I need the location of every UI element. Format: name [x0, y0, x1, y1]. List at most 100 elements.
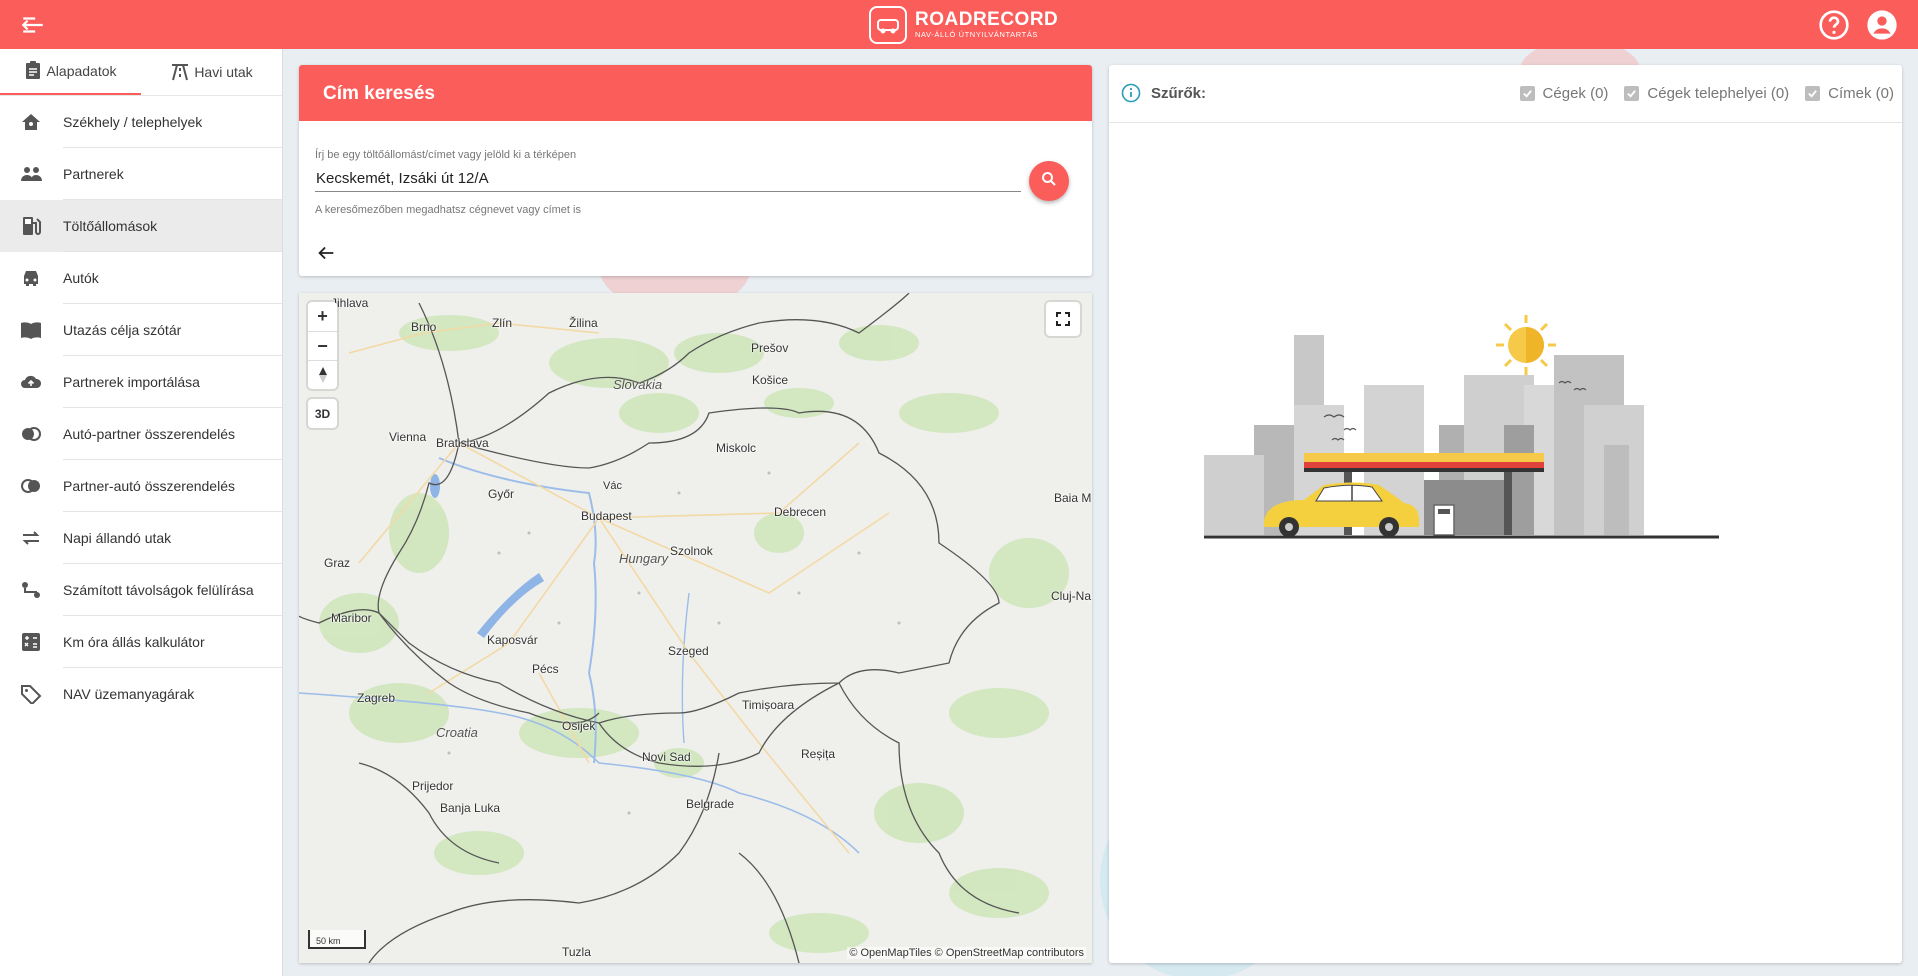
upload-icon [20, 372, 42, 392]
map-city-label: Bratislava [436, 436, 489, 450]
sidebar-item-nav-uzemanyagarak[interactable]: NAV üzemanyagárak [0, 668, 282, 720]
sidebar-item-partnerek-importalasa[interactable]: Partnerek importálása [0, 356, 282, 408]
address-search-input[interactable] [315, 166, 1021, 192]
map-city-label: Tuzla [562, 945, 591, 959]
compass-icon [318, 367, 327, 383]
fullscreen-icon [1056, 312, 1070, 326]
sidebar-item-auto-partner[interactable]: Autó-partner összerendelés [0, 408, 282, 460]
brand-name: ROADRECORD [915, 8, 1059, 30]
sidebar-item-label: Napi állandó utak [63, 530, 172, 546]
map-city-label: Osijek [562, 719, 596, 733]
map-city-label: Cluj-Na [1051, 589, 1092, 603]
repeat-icon [20, 528, 42, 548]
map-city-label: Budapest [581, 509, 632, 523]
filter-checkbox-cimek[interactable]: Címek (0) [1805, 85, 1894, 102]
filter-checkbox-cegek[interactable]: Cégek (0) [1519, 85, 1609, 102]
sidebar-item-autok[interactable]: Autók [0, 252, 282, 304]
tab-alapadatok[interactable]: Alapadatok [0, 49, 141, 95]
home-icon [20, 112, 42, 132]
road-icon [170, 61, 190, 84]
map-city-label: Prešov [751, 341, 789, 355]
map-city-label: Banja Luka [440, 801, 501, 815]
map-country-label: Slovakia [613, 377, 663, 392]
sidebar-item-km-kalkulator[interactable]: Km óra állás kalkulátor [0, 616, 282, 668]
3d-button[interactable]: 3D [308, 399, 337, 428]
people-icon [20, 164, 42, 184]
sidebar-item-partnerek[interactable]: Partnerek [0, 148, 282, 200]
fuel-icon [20, 216, 42, 236]
map-city-label: Belgrade [686, 797, 735, 811]
map-city-label: Novi Sad [642, 750, 691, 764]
map-attribution[interactable]: © OpenMapTiles © OpenStreetMap contribut… [847, 947, 1086, 959]
link-icon [20, 476, 42, 496]
map-city-label: Brno [411, 320, 437, 334]
back-menu-icon[interactable] [20, 12, 46, 38]
map-city-label: Reșița [801, 747, 836, 761]
tag-icon [20, 684, 42, 706]
filter-title: Szűrők: [1151, 85, 1207, 102]
tab-label: Alapadatok [46, 63, 117, 79]
map-city-label: Baia M [1054, 491, 1092, 505]
search-button[interactable] [1029, 161, 1069, 201]
sidebar-item-partner-auto[interactable]: Partner-autó összerendelés [0, 460, 282, 512]
account-icon[interactable] [1866, 9, 1898, 41]
sidebar-item-label: Utazás célja szótár [63, 322, 182, 338]
car-icon [20, 268, 42, 288]
map-city-label: Vienna [389, 430, 427, 444]
sidebar-item-label: Partnerek importálása [63, 374, 200, 390]
brand-tagline: NAV-ÁLLÓ ÚTNYILVÁNTARTÁS [915, 29, 1039, 39]
sidebar-item-szekhely[interactable]: Székhely / telephelyek [0, 96, 282, 148]
checkbox-checked-icon [1519, 86, 1535, 101]
app-logo: ROADRECORD NAV-ÁLLÓ ÚTNYILVÁNTARTÁS [869, 4, 1058, 45]
map-city-label: Miskolc [716, 441, 757, 455]
link-icon [20, 424, 42, 444]
sidebar-item-utazas-celja[interactable]: Utazás célja szótár [0, 304, 282, 356]
search-field-label: Írj be egy töltőállomást/címet vagy jelö… [315, 149, 577, 161]
filter-checkbox-ceg-telephelyei[interactable]: Cégek telephelyei (0) [1624, 85, 1789, 102]
info-icon[interactable] [1121, 83, 1141, 103]
map-city-label: Timișoara [742, 698, 795, 712]
map-city-label: Žilina [569, 316, 598, 330]
map-city-label: Graz [324, 556, 351, 570]
map-city-label: Győr [488, 487, 515, 501]
zoom-in-button[interactable]: + [308, 302, 337, 331]
map-city-label: Kaposvár [487, 633, 538, 647]
sidebar-item-label: Töltőállomások [63, 218, 158, 234]
map-city-label: Zagreb [357, 691, 396, 705]
search-icon [1040, 170, 1058, 193]
map-base-layer [299, 293, 1092, 963]
map-city-label: Szeged [668, 644, 709, 658]
gas-station-illustration [1204, 315, 1719, 539]
zoom-out-button[interactable]: − [308, 331, 337, 360]
sidebar-item-label: Autó-partner összerendelés [63, 426, 235, 442]
sidebar-item-label: Számított távolságok felülírása [63, 582, 254, 598]
filter-label: Cégek telephelyei (0) [1647, 85, 1790, 102]
compass-button[interactable] [308, 360, 337, 389]
zoom-controls: + − [308, 302, 337, 389]
filter-label: Cégek (0) [1542, 85, 1609, 102]
map-view[interactable]: Jihlava Brno Zlín Žilina Prešov Košice V… [299, 293, 1092, 963]
map-city-label: Szolnok [670, 544, 713, 558]
route-icon [20, 580, 42, 600]
map-city-label: Košice [752, 373, 789, 387]
tab-havi-utak[interactable]: Havi utak [141, 49, 282, 95]
map-country-label: Hungary [619, 551, 669, 566]
sidebar: Alapadatok Havi utak Székhely / telephel… [0, 49, 283, 976]
sidebar-item-napi-utak[interactable]: Napi állandó utak [0, 512, 282, 564]
top-bar: ROADRECORD NAV-ÁLLÓ ÚTNYILVÁNTARTÁS [0, 0, 1918, 49]
calculator-icon [20, 632, 42, 652]
sidebar-item-szamitott-tavolsagok[interactable]: Számított távolságok felülírása [0, 564, 282, 616]
filter-label: Címek (0) [1828, 85, 1894, 102]
sidebar-item-toltoallomasok[interactable]: Töltőállomások [0, 200, 282, 252]
sidebar-item-label: Km óra állás kalkulátor [63, 634, 205, 650]
back-arrow-icon[interactable] [315, 242, 337, 264]
search-card-title: Cím keresés [299, 65, 1092, 121]
checkbox-checked-icon [1805, 86, 1821, 101]
fullscreen-button[interactable] [1046, 302, 1080, 336]
map-scale: 50 km [308, 930, 366, 949]
checkbox-checked-icon [1624, 86, 1640, 101]
filter-panel: Szűrők: Cégek (0) Cégek telephelyei (0) … [1109, 65, 1902, 963]
tab-label: Havi utak [194, 64, 253, 80]
help-icon[interactable] [1818, 9, 1850, 41]
map-city-label: Debrecen [774, 505, 827, 519]
